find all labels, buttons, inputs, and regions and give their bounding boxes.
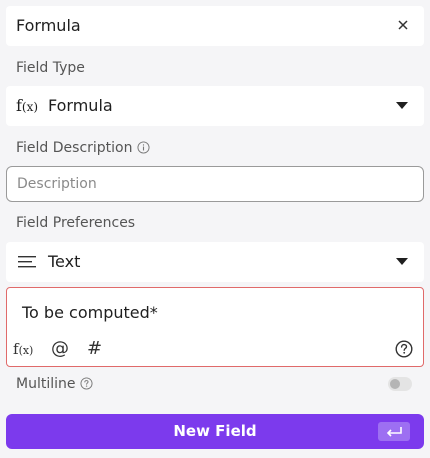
chevron-down-icon[interactable]: [396, 102, 408, 109]
mention-icon[interactable]: @: [51, 338, 69, 359]
multiline-label-text: Multiline: [16, 376, 76, 392]
field-description-label-text: Field Description: [16, 140, 133, 156]
formula-fx-icon: f(x): [16, 96, 38, 115]
description-input[interactable]: [6, 166, 424, 202]
formula-text[interactable]: To be computed*: [22, 303, 158, 322]
field-type-label: Field Type: [16, 60, 85, 76]
help-icon: [79, 377, 93, 390]
number-icon[interactable]: #: [87, 338, 102, 359]
field-preferences-label: Field Preferences: [16, 215, 136, 231]
help-circle-icon[interactable]: [395, 340, 413, 358]
enter-key-icon: [378, 422, 410, 441]
new-field-button-label: New Field: [173, 422, 257, 440]
field-type-select[interactable]: f(x) Formula: [6, 86, 424, 126]
field-preferences-select[interactable]: Text: [6, 242, 424, 282]
formula-editor[interactable]: To be computed* f(x) @ #: [6, 287, 424, 367]
new-field-button[interactable]: New Field: [6, 414, 424, 449]
toggle-knob: [390, 379, 400, 389]
info-icon: [136, 141, 150, 154]
multiline-toggle[interactable]: [388, 377, 412, 391]
menu-lines-icon: [18, 256, 36, 268]
close-icon[interactable]: [394, 16, 412, 34]
tool-fx-args: (x): [18, 344, 34, 357]
field-type-value: Formula: [48, 96, 113, 115]
field-name-row[interactable]: Formula: [6, 6, 424, 46]
function-icon[interactable]: f(x): [13, 340, 33, 358]
fx-args: (x): [21, 100, 39, 114]
field-preferences-value: Text: [48, 252, 81, 271]
field-description-label: Field Description: [16, 140, 150, 156]
multiline-label: Multiline: [16, 376, 93, 392]
field-name-value[interactable]: Formula: [16, 16, 81, 35]
chevron-down-icon[interactable]: [396, 258, 408, 265]
